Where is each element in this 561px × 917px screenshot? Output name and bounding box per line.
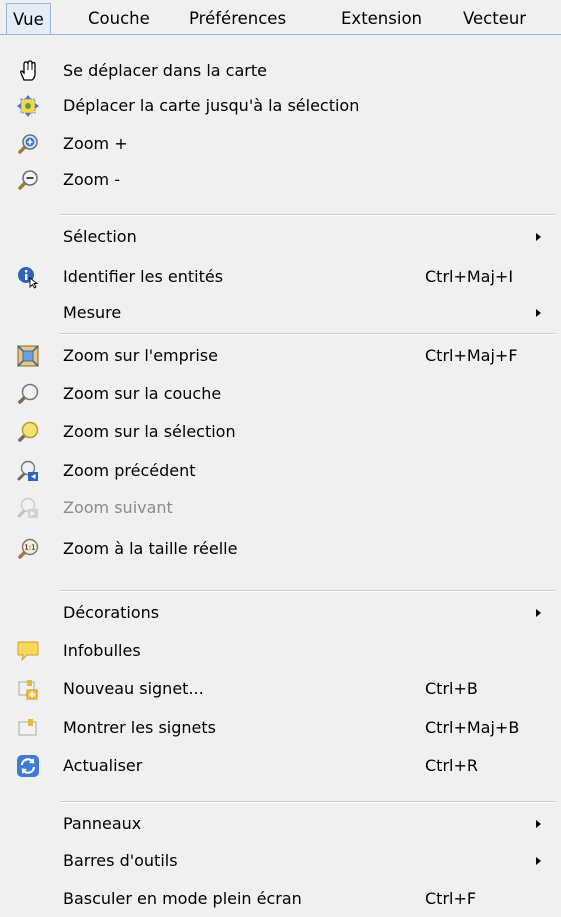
menu-item-shortcut: Ctrl+Maj+F xyxy=(425,346,518,365)
menu-item-zoom-out[interactable]: Zoom - xyxy=(0,162,561,198)
zoom-last-icon xyxy=(16,459,40,483)
menu-item-zoom-actual-size[interactable]: 1:1 Zoom à la taille réelle xyxy=(0,531,561,567)
identify-icon xyxy=(16,265,40,289)
menu-preferences[interactable]: Préférences xyxy=(183,3,292,34)
menu-separator xyxy=(60,214,555,216)
menu-item-zoom-layer[interactable]: Zoom sur la couche xyxy=(0,376,561,412)
submenu-arrow-icon xyxy=(536,857,541,865)
submenu-arrow-icon xyxy=(536,233,541,241)
menu-item-fullscreen[interactable]: Basculer en mode plein écran Ctrl+F xyxy=(0,881,561,917)
menu-item-zoom-last[interactable]: Zoom précédent xyxy=(0,453,561,489)
menu-item-pan-to-selection[interactable]: Déplacer la carte jusqu'à la sélection xyxy=(0,88,561,124)
menu-item-label: Zoom + xyxy=(63,134,128,153)
menu-item-label: Panneaux xyxy=(63,814,142,833)
zoom-in-icon xyxy=(16,132,40,156)
menu-item-shortcut: Ctrl+Maj+B xyxy=(425,718,520,737)
menu-item-label: Décorations xyxy=(63,603,160,622)
menu-item-map-tips[interactable]: Infobulles xyxy=(0,633,561,669)
menu-item-identify[interactable]: Identifier les entités Ctrl+Maj+I xyxy=(0,259,561,295)
menu-item-shortcut: Ctrl+R xyxy=(425,756,478,775)
submenu-arrow-icon xyxy=(536,820,541,828)
menu-item-label: Zoom précédent xyxy=(63,461,196,480)
menu-bar: Vue Couche Préférences Extension Vecteur xyxy=(0,0,561,36)
menu-extension[interactable]: Extension xyxy=(335,3,428,34)
zoom-to-selection-icon xyxy=(16,420,40,444)
menu-item-label: Se déplacer dans la carte xyxy=(63,61,267,80)
zoom-out-icon xyxy=(16,168,40,192)
menu-item-zoom-selection[interactable]: Zoom sur la sélection xyxy=(0,414,561,450)
menu-item-label: Sélection xyxy=(63,227,137,246)
menu-item-panels[interactable]: Panneaux xyxy=(0,806,561,842)
menu-item-shortcut: Ctrl+B xyxy=(425,679,478,698)
zoom-full-extent-icon xyxy=(16,344,40,368)
svg-text:1:1: 1:1 xyxy=(24,544,35,552)
menu-item-refresh[interactable]: Actualiser Ctrl+R xyxy=(0,748,561,784)
menu-item-label: Nouveau signet... xyxy=(63,679,204,698)
pan-to-selection-icon xyxy=(16,94,40,118)
menu-item-label: Zoom sur la sélection xyxy=(63,422,236,441)
menu-item-zoom-in[interactable]: Zoom + xyxy=(0,126,561,162)
map-tips-icon xyxy=(16,639,40,663)
refresh-icon xyxy=(16,754,40,778)
menu-item-zoom-next[interactable]: Zoom suivant xyxy=(0,490,561,526)
zoom-to-layer-icon xyxy=(16,382,40,406)
menu-item-label: Zoom sur l'emprise xyxy=(63,346,218,365)
menu-item-show-bookmarks[interactable]: Montrer les signets Ctrl+Maj+B xyxy=(0,710,561,746)
menu-item-label: Identifier les entités xyxy=(63,267,224,286)
zoom-actual-size-icon: 1:1 xyxy=(16,537,40,561)
menu-item-label: Montrer les signets xyxy=(63,718,216,737)
show-bookmarks-icon xyxy=(16,716,40,740)
menu-couche[interactable]: Couche xyxy=(82,3,156,34)
submenu-arrow-icon xyxy=(536,309,541,317)
pan-hand-icon xyxy=(16,59,40,83)
menu-item-shortcut: Ctrl+Maj+I xyxy=(425,267,514,286)
menu-item-label: Zoom - xyxy=(63,170,120,189)
zoom-next-icon xyxy=(16,496,40,520)
menu-item-label: Zoom sur la couche xyxy=(63,384,222,403)
new-bookmark-icon xyxy=(16,677,40,701)
menu-item-shortcut: Ctrl+F xyxy=(425,889,477,908)
menu-item-label: Déplacer la carte jusqu'à la sélection xyxy=(63,96,360,115)
menu-item-label: Zoom à la taille réelle xyxy=(63,539,238,558)
menu-item-toolbars[interactable]: Barres d'outils xyxy=(0,843,561,879)
menu-item-measure[interactable]: Mesure xyxy=(0,295,561,331)
menu-separator xyxy=(60,333,555,335)
menu-item-selection[interactable]: Sélection xyxy=(0,219,561,255)
menu-item-pan[interactable]: Se déplacer dans la carte xyxy=(0,53,561,89)
menu-item-decorations[interactable]: Décorations xyxy=(0,595,561,631)
menu-item-new-bookmark[interactable]: Nouveau signet... Ctrl+B xyxy=(0,671,561,707)
menu-vecteur[interactable]: Vecteur xyxy=(457,3,532,34)
submenu-arrow-icon xyxy=(536,609,541,617)
menu-item-label: Basculer en mode plein écran xyxy=(63,889,302,908)
menu-item-label: Zoom suivant xyxy=(63,498,173,517)
vue-dropdown-menu: Se déplacer dans la carte Déplacer la ca… xyxy=(0,34,561,917)
menu-item-label: Infobulles xyxy=(63,641,141,660)
menu-separator xyxy=(60,801,555,803)
menu-item-zoom-full[interactable]: Zoom sur l'emprise Ctrl+Maj+F xyxy=(0,338,561,374)
menu-item-label: Barres d'outils xyxy=(63,851,178,870)
menu-item-label: Mesure xyxy=(63,303,122,322)
menu-vue[interactable]: Vue xyxy=(6,3,51,34)
menu-separator xyxy=(60,590,555,592)
menu-item-label: Actualiser xyxy=(63,756,143,775)
